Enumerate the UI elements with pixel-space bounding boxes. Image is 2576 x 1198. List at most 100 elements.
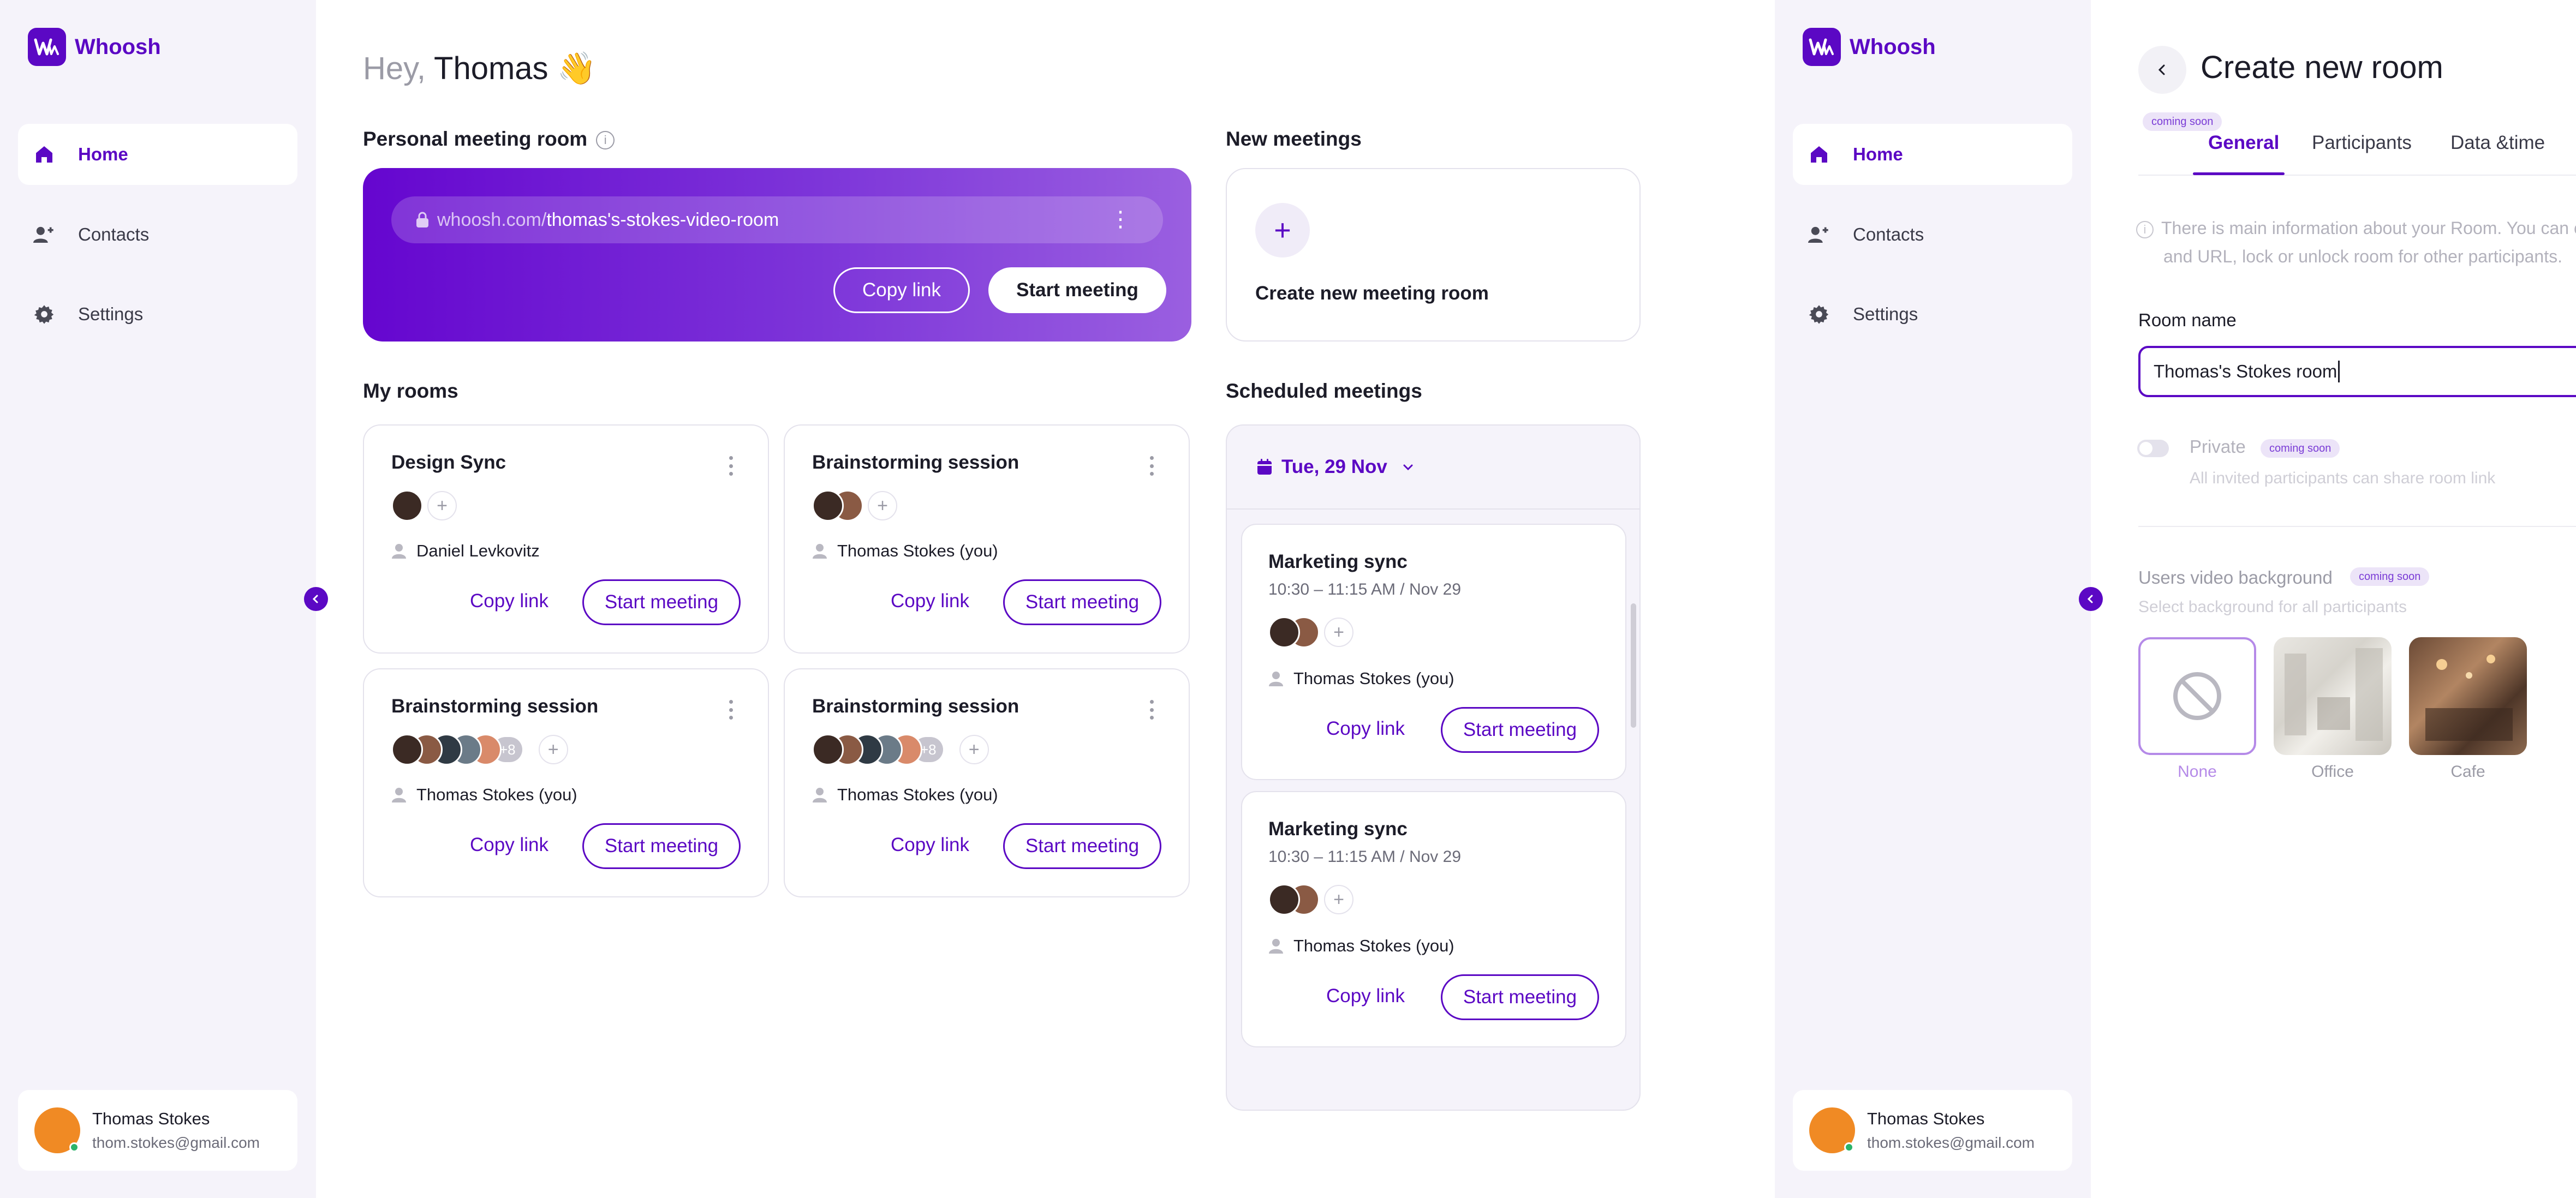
participants-avatars: +: [1268, 616, 1353, 648]
room-title: Brainstorming session: [391, 696, 599, 717]
info-icon: i: [2136, 220, 2154, 238]
sidebar-item-settings[interactable]: Settings: [1793, 284, 2072, 345]
participants-avatars: +: [391, 490, 457, 522]
tab-participants[interactable]: Participants: [2312, 132, 2412, 154]
app-logo[interactable]: Whoosh: [1803, 28, 1936, 66]
private-help-text: All invited participants can share room …: [2190, 469, 2496, 487]
lock-icon: [416, 212, 428, 227]
room-name-value: Thomas's Stokes room: [2154, 361, 2338, 381]
info-icon[interactable]: i: [596, 131, 615, 150]
meeting-title: Marketing sync: [1268, 818, 1408, 840]
copy-link-button[interactable]: Copy link: [470, 590, 548, 612]
page-title: Create new room: [2201, 50, 2443, 85]
sidebar-item-label: Settings: [78, 304, 144, 324]
no-background-icon: [2173, 672, 2221, 720]
add-participant-button[interactable]: +: [1324, 618, 1353, 647]
plus-icon[interactable]: +: [1255, 203, 1310, 257]
room-card[interactable]: Brainstorming session +8 + Thomas Stokes (y…: [784, 668, 1190, 897]
sidebar-item-home[interactable]: Home: [18, 124, 297, 185]
contacts-icon: [29, 219, 59, 250]
owner-you-tag: (you): [1416, 936, 1454, 955]
copy-link-button[interactable]: Copy link: [891, 590, 969, 612]
person-icon: [813, 544, 827, 559]
more-options-icon[interactable]: [1149, 456, 1154, 476]
room-card[interactable]: Brainstorming session + Thomas Stokes (you…: [784, 424, 1190, 654]
more-options-icon[interactable]: [729, 456, 733, 476]
sidebar: Whoosh Home Contacts Settings Thomas Sto…: [0, 0, 316, 1198]
back-button[interactable]: [2138, 46, 2186, 94]
copy-link-button[interactable]: Copy link: [470, 834, 548, 856]
date-selector[interactable]: Tue, 29 Nov: [1227, 426, 1639, 510]
start-meeting-button[interactable]: Start meeting: [1441, 974, 1599, 1020]
background-office-label: Office: [2311, 763, 2354, 781]
room-url-bar[interactable]: whoosh.com/thomas's-stokes-video-room ⋮: [391, 196, 1163, 243]
add-participant-button[interactable]: +: [959, 735, 989, 764]
home-icon: [1804, 139, 1834, 170]
add-participant-button[interactable]: +: [868, 491, 897, 520]
start-meeting-button[interactable]: Start meeting: [1441, 707, 1599, 753]
sidebar-item-contacts[interactable]: Contacts: [18, 204, 297, 265]
create-room-card[interactable]: + Create new meeting room: [1226, 168, 1641, 342]
meeting-time: 10:30 – 11:15 AM / Nov 29: [1268, 580, 1462, 598]
office-image-icon: [2285, 648, 2383, 741]
background-cafe-tile[interactable]: [2409, 637, 2527, 755]
person-icon: [392, 788, 406, 802]
copy-link-button[interactable]: Copy link: [1326, 718, 1405, 740]
room-url-path: thomas's-stokes-video-room: [546, 209, 779, 230]
copy-link-button[interactable]: Copy link: [891, 834, 969, 856]
sidebar-item-settings[interactable]: Settings: [18, 284, 297, 345]
more-options-icon[interactable]: ⋮: [1110, 208, 1131, 230]
scheduled-meeting-card[interactable]: Marketing sync 10:30 – 11:15 AM / Nov 29 +…: [1241, 524, 1626, 780]
more-options-icon[interactable]: [1149, 700, 1154, 720]
private-toggle[interactable]: [2137, 440, 2169, 457]
start-meeting-button[interactable]: Start meeting: [582, 823, 741, 869]
room-url-base: whoosh.com/: [437, 209, 547, 230]
room-title: Brainstorming session: [812, 696, 1019, 717]
app-logo[interactable]: Whoosh: [28, 28, 161, 66]
chevron-left-icon: [312, 595, 318, 603]
tab-general[interactable]: General: [2208, 132, 2279, 154]
user-name: Thomas Stokes: [92, 1109, 210, 1128]
scrollbar[interactable]: [1631, 603, 1636, 728]
room-card[interactable]: Brainstorming session +8 + Thomas Stokes (y…: [363, 668, 769, 897]
background-none-tile[interactable]: [2138, 637, 2256, 755]
app-name: Whoosh: [1850, 34, 1936, 59]
coming-soon-badge: coming soon: [2350, 567, 2430, 586]
scheduled-meeting-card[interactable]: Marketing sync 10:30 – 11:15 AM / Nov 29 +…: [1241, 791, 1626, 1047]
start-meeting-button[interactable]: Start meeting: [1003, 823, 1161, 869]
add-participant-button[interactable]: +: [427, 491, 457, 520]
start-meeting-button[interactable]: Start meeting: [1003, 579, 1161, 625]
participant-avatar: [1268, 616, 1300, 648]
background-cafe-label: Cafe: [2450, 763, 2485, 781]
user-profile-card[interactable]: Thomas Stokes thom.stokes@gmail.com: [1793, 1090, 2072, 1171]
start-meeting-button[interactable]: Start meeting: [582, 579, 741, 625]
tab-data-time[interactable]: Data &time: [2450, 132, 2545, 154]
sidebar-item-home[interactable]: Home: [1793, 124, 2072, 185]
copy-link-button[interactable]: Copy link: [1326, 985, 1405, 1007]
participant-avatar: [391, 734, 423, 765]
background-office-tile[interactable]: [2274, 637, 2392, 755]
collapse-sidebar-button[interactable]: [304, 587, 328, 611]
add-participant-button[interactable]: +: [1324, 885, 1353, 914]
personal-room-card: whoosh.com/thomas's-stokes-video-room ⋮ …: [363, 168, 1191, 342]
owner-name: Thomas Stokes: [837, 541, 955, 560]
room-card[interactable]: Design Sync + Daniel Levkovitz Copy link St…: [363, 424, 769, 654]
room-name-input[interactable]: Thomas's Stokes room: [2138, 346, 2576, 397]
owner-you-tag: (you): [1416, 669, 1454, 688]
user-profile-card[interactable]: Thomas Stokes thom.stokes@gmail.com: [18, 1090, 297, 1171]
collapse-sidebar-button[interactable]: [2079, 587, 2103, 611]
more-options-icon[interactable]: [729, 700, 733, 720]
my-rooms-title: My rooms: [363, 380, 458, 402]
greeting-prefix: Hey,: [363, 51, 426, 86]
start-meeting-button[interactable]: Start meeting: [988, 267, 1166, 313]
sidebar-item-contacts[interactable]: Contacts: [1793, 204, 2072, 265]
copy-link-button[interactable]: Copy link: [833, 267, 970, 313]
owner-name: Thomas Stokes: [837, 785, 955, 804]
private-label: Private: [2190, 436, 2246, 457]
person-icon: [813, 788, 827, 802]
video-background-help: Select background for all participants: [2138, 598, 2407, 616]
sidebar-item-label: Contacts: [1853, 224, 1924, 244]
participant-avatar: [1268, 884, 1300, 915]
add-participant-button[interactable]: +: [538, 735, 568, 764]
whoosh-logo-icon: [1803, 28, 1841, 66]
